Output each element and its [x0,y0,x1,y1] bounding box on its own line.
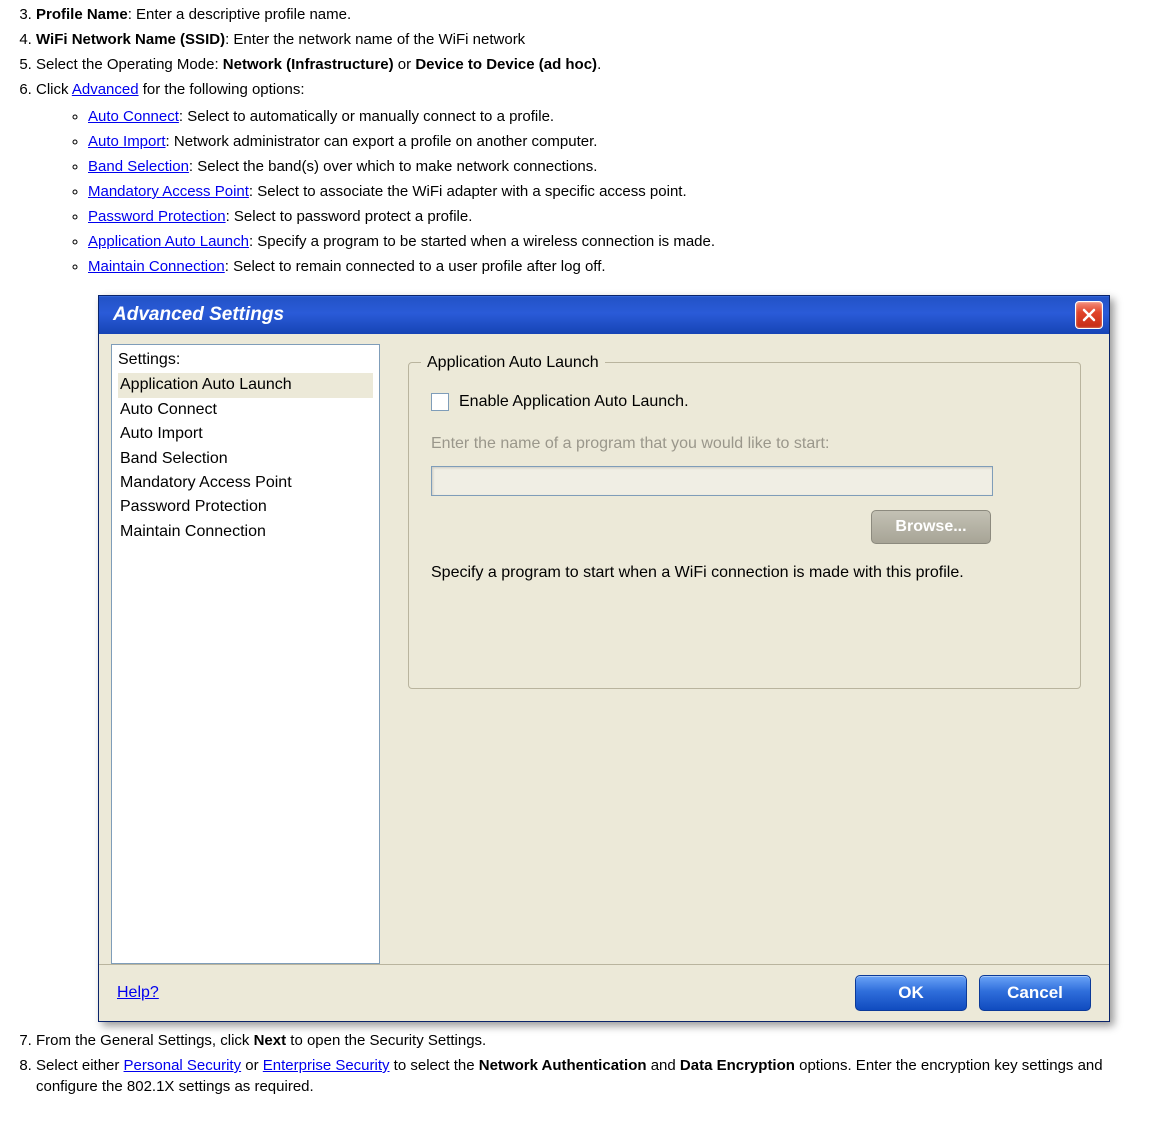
instruction-item-4: WiFi Network Name (SSID): Enter the netw… [36,29,1151,50]
settings-list-panel: Settings: Application Auto Launch Auto C… [111,344,380,964]
text: : Select the band(s) over which to make … [189,158,598,175]
instruction-item-5: Select the Operating Mode: Network (Infr… [36,54,1151,75]
link-application-auto-launch[interactable]: Application Auto Launch [88,233,249,250]
enable-auto-launch-row: Enable Application Auto Launch. [431,391,1058,413]
group-description: Specify a program to start when a WiFi c… [431,562,1031,584]
window-titlebar: Advanced Settings [99,296,1109,334]
instruction-item-3: Profile Name: Enter a descriptive profil… [36,4,1151,25]
link-mandatory-access-point[interactable]: Mandatory Access Point [88,183,249,200]
link-personal-security[interactable]: Personal Security [124,1057,242,1074]
settings-item-auto-import[interactable]: Auto Import [118,422,373,446]
text: for the following options: [139,81,305,98]
list-item: Mandatory Access Point: Select to associ… [88,181,1151,202]
cancel-button[interactable]: Cancel [979,975,1091,1011]
link-enterprise-security[interactable]: Enterprise Security [263,1057,390,1074]
advanced-options-list: Auto Connect: Select to automatically or… [66,106,1151,277]
text: or [394,56,416,73]
bold-text: Next [254,1032,287,1049]
link-band-selection[interactable]: Band Selection [88,158,189,175]
close-button[interactable] [1075,301,1103,329]
program-hint-text: Enter the name of a program that you wou… [431,433,1058,455]
link-maintain-connection[interactable]: Maintain Connection [88,258,225,275]
ok-button[interactable]: OK [855,975,967,1011]
program-path-input[interactable] [431,466,993,496]
text: Click [36,81,72,98]
settings-list-label: Settings: [118,349,373,371]
text: : Network administrator can export a pro… [166,133,598,150]
list-item: Maintain Connection: Select to remain co… [88,256,1151,277]
list-item: Auto Connect: Select to automatically or… [88,106,1151,127]
text: to select the [390,1057,479,1074]
settings-item-mandatory-access-point[interactable]: Mandatory Access Point [118,471,373,495]
application-auto-launch-group: Application Auto Launch Enable Applicati… [408,362,1081,689]
instruction-item-7: From the General Settings, click Next to… [36,1030,1151,1051]
settings-item-band-selection[interactable]: Band Selection [118,447,373,471]
text: and [647,1057,680,1074]
bold-text: Data Encryption [680,1057,795,1074]
enable-auto-launch-checkbox[interactable] [431,393,449,411]
browse-button[interactable]: Browse... [871,510,991,544]
instruction-item-8: Select either Personal Security or Enter… [36,1055,1151,1097]
list-item: Application Auto Launch: Specify a progr… [88,231,1151,252]
help-link[interactable]: Help? [117,982,159,1004]
window-footer: Help? OK Cancel [99,964,1109,1021]
window-body: Settings: Application Auto Launch Auto C… [99,334,1109,964]
text: : Select to automatically or manually co… [179,108,554,125]
text: From the General Settings, click [36,1032,254,1049]
list-item: Band Selection: Select the band(s) over … [88,156,1151,177]
footer-buttons: OK Cancel [855,975,1091,1011]
text: : Select to remain connected to a user p… [225,258,606,275]
list-item: Password Protection: Select to password … [88,206,1151,227]
settings-item-auto-connect[interactable]: Auto Connect [118,398,373,422]
browse-row: Browse... [431,510,991,544]
text: to open the Security Settings. [286,1032,486,1049]
text: or [241,1057,263,1074]
settings-item-password-protection[interactable]: Password Protection [118,495,373,519]
bold-text: Network Authentication [479,1057,647,1074]
instruction-item-6: Click Advanced for the following options… [36,79,1151,1022]
bold-text: Network (Infrastructure) [223,56,394,73]
text: . [597,56,601,73]
instruction-list: Profile Name: Enter a descriptive profil… [8,4,1151,1097]
text: : Select to associate the WiFi adapter w… [249,183,687,200]
text: : Specify a program to be started when a… [249,233,715,250]
link-auto-import[interactable]: Auto Import [88,133,166,150]
text: : Enter the network name of the WiFi net… [225,31,525,48]
settings-detail-panel: Application Auto Launch Enable Applicati… [380,344,1097,964]
advanced-settings-screenshot: Advanced Settings Settings: Application … [98,295,1151,1022]
link-advanced[interactable]: Advanced [72,81,139,98]
text: : Select to password protect a profile. [226,208,473,225]
bold-text: Device to Device (ad hoc) [415,56,597,73]
bold-text: WiFi Network Name (SSID) [36,31,225,48]
groupbox-legend: Application Auto Launch [421,352,605,374]
bold-text: Profile Name [36,6,128,23]
enable-auto-launch-label: Enable Application Auto Launch. [459,391,689,413]
link-password-protection[interactable]: Password Protection [88,208,226,225]
list-item: Auto Import: Network administrator can e… [88,131,1151,152]
close-icon [1082,308,1096,322]
settings-item-maintain-connection[interactable]: Maintain Connection [118,520,373,544]
text: Select either [36,1057,124,1074]
window-title: Advanced Settings [113,302,284,329]
advanced-settings-window: Advanced Settings Settings: Application … [98,295,1110,1022]
text: : Enter a descriptive profile name. [128,6,351,23]
text: Select the Operating Mode: [36,56,223,73]
link-auto-connect[interactable]: Auto Connect [88,108,179,125]
settings-item-application-auto-launch[interactable]: Application Auto Launch [118,373,373,397]
